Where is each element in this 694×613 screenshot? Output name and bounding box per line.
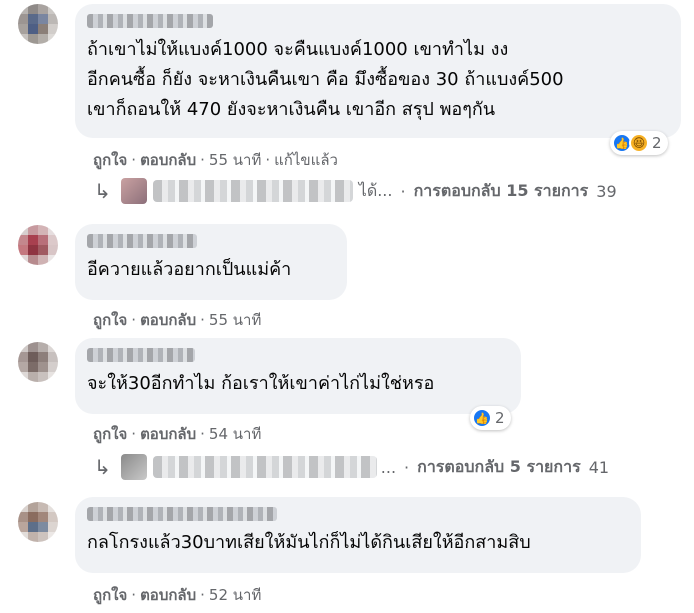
reply-preview — [152, 456, 377, 478]
reply-avatar — [120, 454, 147, 480]
reply-snippet: ... — [380, 457, 397, 477]
comment-bubble: กลโกรงแล้ว30บาทเสียให้มันไก่ก็ไม่ได้กินเ… — [75, 497, 641, 573]
reply-time: 41 — [588, 457, 610, 477]
comment-actions: ถูกใจ · ตอบกลับ · 54 นาที — [93, 425, 262, 443]
avatar[interactable] — [18, 4, 58, 44]
edited-label[interactable]: แก้ไขแล้ว — [274, 151, 338, 169]
comment-actions: ถูกใจ · ตอบกลับ · 55 นาที · แก้ไขแล้ว — [93, 151, 338, 169]
comment-bubble: จะให้30อีกทำไม ก้อเราให้เขาค่าไก่ไม่ใช่ห… — [75, 338, 521, 414]
reply-button[interactable]: ตอบกลับ — [140, 425, 196, 443]
reaction-summary[interactable]: 👍 2 — [470, 406, 511, 430]
like-icon: 👍 — [472, 408, 492, 428]
like-button[interactable]: ถูกใจ — [93, 425, 127, 443]
view-replies-link[interactable]: ↳ ได้... · การตอบกลับ 15 รายการ 39 — [94, 178, 617, 204]
view-replies-link[interactable]: ↳ ... · การตอบกลับ 5 รายการ 41 — [94, 454, 609, 480]
avatar[interactable] — [18, 225, 58, 265]
comment-bubble: ถ้าเขาไม่ให้แบงค์1000 จะคืนแบงค์1000 เขา… — [75, 4, 681, 138]
commenter-name[interactable] — [87, 507, 277, 521]
comment-text: อีควายแล้วอยากเป็นแม่ค้า — [87, 259, 292, 280]
commenter-name[interactable] — [87, 234, 197, 248]
commenter-name[interactable] — [87, 14, 213, 28]
timestamp[interactable]: 55 นาที — [209, 311, 261, 329]
comment-actions: ถูกใจ · ตอบกลับ · 55 นาที — [93, 311, 262, 329]
reaction-count: 2 — [652, 134, 662, 152]
avatar[interactable] — [18, 502, 58, 542]
reply-arrow-icon: ↳ — [94, 179, 111, 203]
reply-count[interactable]: การตอบกลับ 15 รายการ — [414, 179, 589, 204]
like-button[interactable]: ถูกใจ — [93, 311, 127, 329]
comment-bubble: อีควายแล้วอยากเป็นแม่ค้า — [75, 224, 347, 300]
reply-time: 39 — [596, 181, 617, 201]
like-button[interactable]: ถูกใจ — [93, 151, 127, 169]
reply-arrow-icon: ↳ — [94, 455, 111, 479]
haha-icon: 😆 — [629, 133, 649, 153]
timestamp[interactable]: 52 นาที — [209, 586, 261, 604]
comment-text: กลโกรงแล้ว30บาทเสียให้มันไก่ก็ไม่ได้กินเ… — [87, 532, 531, 553]
reply-snippet: ได้... — [358, 180, 393, 200]
reply-avatar — [120, 178, 147, 204]
timestamp[interactable]: 55 นาที — [209, 151, 261, 169]
reaction-count: 2 — [495, 409, 505, 427]
like-button[interactable]: ถูกใจ — [93, 586, 127, 604]
comment-text: ถ้าเขาไม่ให้แบงค์1000 จะคืนแบงค์1000 เขา… — [87, 39, 564, 120]
reaction-summary[interactable]: 👍 😆 2 — [610, 131, 668, 155]
reply-button[interactable]: ตอบกลับ — [140, 151, 196, 169]
timestamp[interactable]: 54 นาที — [209, 425, 261, 443]
commenter-name[interactable] — [87, 348, 195, 362]
comment-text: จะให้30อีกทำไม ก้อเราให้เขาค่าไก่ไม่ใช่ห… — [87, 373, 435, 394]
reply-count[interactable]: การตอบกลับ 5 รายการ — [417, 455, 581, 480]
reply-preview — [152, 180, 353, 202]
avatar[interactable] — [18, 342, 58, 382]
reply-button[interactable]: ตอบกลับ — [140, 586, 196, 604]
reply-button[interactable]: ตอบกลับ — [140, 311, 196, 329]
comment-actions: ถูกใจ · ตอบกลับ · 52 นาที — [93, 586, 262, 604]
